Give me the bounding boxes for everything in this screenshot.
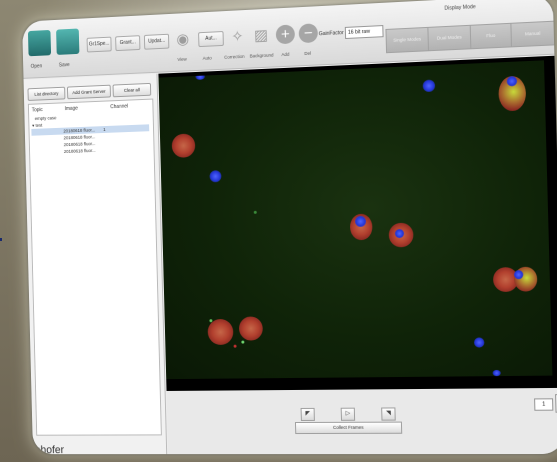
- save-label: Save: [58, 62, 70, 69]
- column-header-topic[interactable]: Topic: [32, 107, 43, 113]
- mode-button-fluo[interactable]: Fluo: [469, 22, 513, 50]
- file-tree[interactable]: Topic Image Channel empty case ▾ test 20…: [27, 98, 162, 436]
- green-speck: [253, 210, 257, 214]
- cell: [171, 133, 196, 158]
- fluorescence-image[interactable]: [158, 60, 553, 380]
- cell: [207, 318, 234, 346]
- collect-frames-button[interactable]: Collect Frames: [294, 421, 403, 435]
- cell-nucleus: [492, 369, 501, 377]
- toolbar-button-2[interactable]: Grant...: [115, 35, 141, 52]
- remove-label: Del: [304, 50, 312, 57]
- brand-logo-text: nhofer: [34, 444, 65, 455]
- add-label: Add: [281, 51, 290, 58]
- background-label: Background: [249, 52, 274, 59]
- toolbar-button-1[interactable]: Gr1Spe...: [86, 36, 112, 53]
- auto-button[interactable]: Aut...: [198, 31, 224, 48]
- toolbar-button-3[interactable]: Updat...: [143, 33, 170, 50]
- save-icon[interactable]: [56, 28, 80, 55]
- list-directory-button[interactable]: List directory: [27, 86, 66, 101]
- mode-button-dual[interactable]: Dual Modes: [427, 24, 472, 52]
- eye-icon[interactable]: ◉: [173, 30, 193, 51]
- cell-nucleus: [195, 73, 206, 80]
- cell-nucleus: [209, 170, 222, 183]
- green-speck: [209, 319, 213, 323]
- mode-button-single[interactable]: Single Modes: [385, 26, 430, 54]
- clear-all-button[interactable]: Clear all: [112, 82, 152, 98]
- frame-number-input[interactable]: 1: [534, 398, 554, 411]
- gain-factor-select[interactable]: 16 bit raw: [344, 25, 384, 40]
- play-button[interactable]: ▷: [340, 407, 356, 421]
- column-header-channel[interactable]: Channel: [110, 104, 128, 111]
- image-viewer[interactable]: [158, 55, 557, 391]
- remove-icon[interactable]: −: [298, 23, 319, 44]
- file-browser-panel: List directory Add Grant Server Clear al…: [23, 73, 168, 455]
- edge-marker: [0, 238, 2, 241]
- view-label: View: [177, 56, 187, 62]
- add-icon[interactable]: +: [275, 24, 296, 45]
- auto-label: Auto: [202, 55, 212, 61]
- open-label: Open: [30, 63, 43, 70]
- cell: [238, 316, 264, 341]
- column-header-image[interactable]: Image: [65, 106, 78, 112]
- frame-controls: ◤ ▷ ◥ Collect Frames 1: [166, 387, 557, 455]
- correction-label: Correction: [224, 53, 245, 60]
- cell-nucleus: [473, 337, 485, 348]
- tree-row-image: 20180618 fluor...: [63, 147, 96, 154]
- green-speck: [241, 340, 245, 344]
- display-mode-title: Display Mode: [444, 4, 476, 12]
- background-pattern-icon[interactable]: ▨: [251, 26, 271, 47]
- open-icon[interactable]: [27, 29, 52, 57]
- cell-nucleus: [422, 79, 436, 93]
- mode-button-manual[interactable]: Manual: [510, 20, 556, 48]
- next-frame-button[interactable]: ◥: [381, 407, 396, 421]
- add-to-server-button[interactable]: Add Grant Server: [66, 84, 111, 100]
- monitor-screen: Open Save Gr1Spe... Grant... Updat... ◉ …: [22, 0, 557, 455]
- red-speck: [233, 344, 237, 348]
- magic-wand-icon[interactable]: ✧: [227, 27, 247, 48]
- gain-factor-label: GainFactor: [318, 30, 344, 38]
- previous-frame-button[interactable]: ◤: [300, 407, 315, 421]
